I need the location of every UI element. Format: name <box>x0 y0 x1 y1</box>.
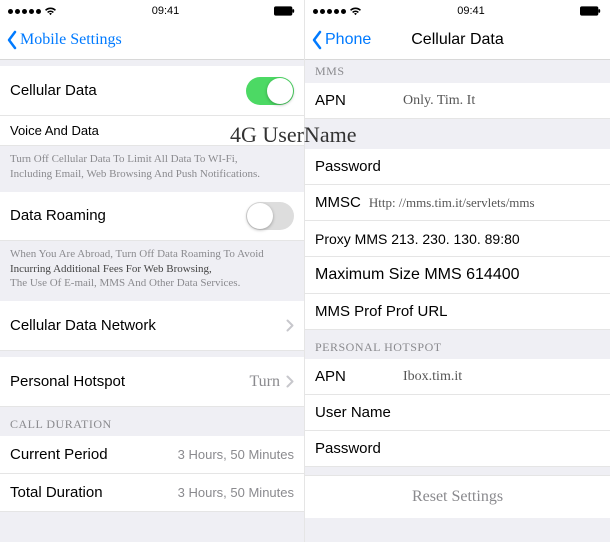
call-duration-header: CALL DURATION <box>0 407 304 436</box>
mms-apn-row[interactable]: APN Only. Tim. It <box>305 83 610 119</box>
current-period-value: 3 Hours, 50 Minutes <box>178 447 294 462</box>
back-label: Mobile Settings <box>20 31 122 49</box>
chevron-left-icon <box>311 30 323 50</box>
total-duration-row: Total Duration 3 Hours, 50 Minutes <box>0 474 304 512</box>
mmsc-value: Http: //mms.tim.it/servlets/mms <box>369 195 535 211</box>
max-size-label: Maximum Size MMS 614400 <box>315 266 520 284</box>
chevron-right-icon <box>286 375 294 388</box>
right-pane: 09:41 Phone Cellular Data MMS APN Only. … <box>305 0 610 542</box>
reset-settings-button[interactable]: Reset Settings <box>305 475 610 518</box>
hotspot-password-label: Password <box>315 440 600 457</box>
mms-password-label: Password <box>315 158 600 175</box>
mms-apn-value: Only. Tim. It <box>403 93 475 109</box>
battery-icon <box>580 6 602 16</box>
cellular-data-network-row[interactable]: Cellular Data Network <box>0 301 304 351</box>
cellular-data-switch[interactable] <box>246 77 294 105</box>
data-roaming-row[interactable]: Data Roaming <box>0 192 304 241</box>
status-bar-right: 09:41 <box>305 0 610 20</box>
signal-dots-icon <box>8 9 41 14</box>
hotspot-apn-label: APN <box>315 368 403 385</box>
chevron-left-icon <box>6 30 18 50</box>
personal-hotspot-row[interactable]: Personal Hotspot Turn <box>0 357 304 407</box>
personal-hotspot-value: Turn <box>249 373 280 391</box>
mms-apn-label: APN <box>315 92 403 109</box>
reset-settings-label: Reset Settings <box>412 488 503 505</box>
data-roaming-description: When You Are Abroad, Turn Off Data Roami… <box>0 241 304 302</box>
voice-and-data-label: Voice And Data <box>10 123 99 138</box>
status-time: 09:41 <box>152 5 180 17</box>
back-label: Phone <box>325 31 371 49</box>
hotspot-password-row[interactable]: Password <box>305 431 610 467</box>
mms-prof-url-row[interactable]: MMS Prof Prof URL <box>305 294 610 330</box>
left-pane: 09:41 Mobile Settings Cellular Data Voic… <box>0 0 305 542</box>
battery-icon <box>274 6 296 16</box>
back-button[interactable]: Phone <box>311 30 371 50</box>
data-roaming-label: Data Roaming <box>10 207 106 224</box>
current-period-label: Current Period <box>10 446 108 463</box>
chevron-right-icon <box>286 319 294 332</box>
nav-bar-left: Mobile Settings <box>0 20 304 60</box>
nav-bar-right: Phone Cellular Data <box>305 20 610 60</box>
mms-prof-url-label: MMS Prof Prof URL <box>315 303 448 320</box>
wifi-icon <box>44 6 57 16</box>
hotspot-username-row[interactable]: User Name <box>305 395 610 431</box>
total-duration-label: Total Duration <box>10 484 103 501</box>
personal-hotspot-header: PERSONAL HOTSPOT <box>305 330 610 359</box>
total-duration-value: 3 Hours, 50 Minutes <box>178 485 294 500</box>
max-size-row[interactable]: Maximum Size MMS 614400 <box>305 257 610 294</box>
cellular-data-label: Cellular Data <box>10 82 97 99</box>
mmsc-row[interactable]: MMSC Http: //mms.tim.it/servlets/mms <box>305 185 610 221</box>
proxy-mms-label: Proxy MMS 213. 230. 130. 89:80 <box>315 231 520 247</box>
data-roaming-switch[interactable] <box>246 202 294 230</box>
proxy-mms-row[interactable]: Proxy MMS 213. 230. 130. 89:80 <box>305 221 610 257</box>
mms-password-row[interactable]: Password <box>305 149 610 185</box>
overlay-4g-username: 4G UserName <box>230 122 356 148</box>
mms-header: MMS <box>305 60 610 83</box>
cellular-data-description: Turn Off Cellular Data To Limit All Data… <box>0 146 304 192</box>
status-time: 09:41 <box>457 5 485 17</box>
mmsc-label: MMSC <box>315 194 361 211</box>
current-period-row: Current Period 3 Hours, 50 Minutes <box>0 436 304 474</box>
hotspot-apn-value: Ibox.tim.it <box>403 369 462 385</box>
status-bar-left: 09:41 <box>0 0 304 20</box>
cellular-data-network-label: Cellular Data Network <box>10 317 156 334</box>
signal-dots-icon <box>313 9 346 14</box>
hotspot-apn-row[interactable]: APN Ibox.tim.it <box>305 359 610 395</box>
hotspot-username-label: User Name <box>315 404 600 421</box>
back-button[interactable]: Mobile Settings <box>6 30 122 50</box>
personal-hotspot-label: Personal Hotspot <box>10 373 125 390</box>
wifi-icon <box>349 6 362 16</box>
cellular-data-row[interactable]: Cellular Data <box>0 66 304 116</box>
